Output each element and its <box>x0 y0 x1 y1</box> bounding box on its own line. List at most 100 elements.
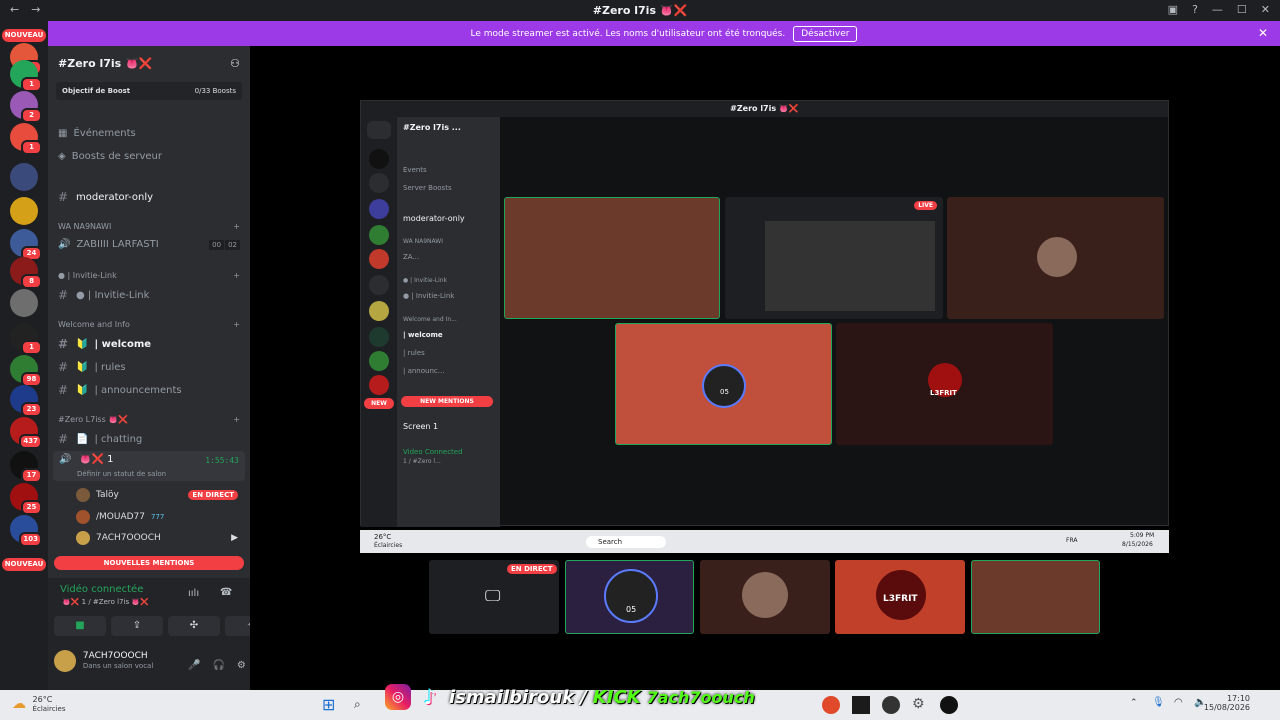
server-icon[interactable]: 2 <box>10 91 42 123</box>
discord-home-icon <box>367 121 391 139</box>
microphone-icon[interactable]: 🎙 <box>1152 697 1165 708</box>
participant-tile[interactable]: EN DIRECT 🖵 <box>429 560 559 634</box>
channel-chatting[interactable]: # 📄 | chatting <box>58 432 142 446</box>
shield-icon: 🔰 <box>76 361 89 373</box>
voice-channel-zabiii[interactable]: 🔊 ZABIIII LARFASTI 00 02 <box>58 239 240 250</box>
inner-new-pill: NEW <box>364 398 394 409</box>
inner-title: #Zero l7is 👅❌ <box>361 101 1168 117</box>
noise-suppression-icon[interactable]: ıılı <box>188 588 199 599</box>
hash-icon: # <box>58 337 69 351</box>
new-mentions-pill[interactable]: NOUVELLES MENTIONS <box>54 556 244 570</box>
close-icon[interactable]: ✕ <box>1261 3 1270 16</box>
new-pill-bottom[interactable]: NOUVEAU <box>2 558 46 571</box>
maximize-icon[interactable]: ☐ <box>1237 3 1247 16</box>
channel-announcements[interactable]: # 🔰 | announcements <box>58 383 182 397</box>
events-link[interactable]: ▦ Événements <box>58 128 136 139</box>
microphone-icon[interactable]: 🎤 <box>188 660 200 671</box>
category-welcome-info[interactable]: Welcome and Info + <box>58 320 240 329</box>
share-screen-button[interactable]: ⇪ <box>111 616 163 636</box>
user-panel[interactable]: 7ACH7OOOCH Dans un salon vocal <box>54 650 153 672</box>
voice-member[interactable]: /MOUAD77 777 <box>76 510 164 524</box>
start-icon[interactable]: ⊞ <box>322 695 335 714</box>
overlay-handle: ismailbirouk <box>449 686 575 708</box>
system-clock[interactable]: 17:10 15/08/2026 <box>1204 694 1250 712</box>
channel-invite-link[interactable]: # ● | Invitie-Link <box>58 288 149 302</box>
hash-icon: # <box>58 288 69 302</box>
category-wa-na9nawi[interactable]: WA NA9NAWI + <box>58 222 240 231</box>
server-icon[interactable]: 103 <box>10 515 42 547</box>
speaker-icon: 🔊 <box>58 239 71 250</box>
channel-welcome[interactable]: # 🔰 | welcome <box>58 337 151 351</box>
voice-member[interactable]: 7ACH7OOOCH ▶ <box>76 531 238 545</box>
server-icon[interactable] <box>10 289 38 317</box>
add-channel-icon[interactable]: + <box>233 222 240 231</box>
app-icon[interactable] <box>852 696 870 714</box>
screen-share-icon: 🖵 <box>485 586 501 605</box>
add-channel-icon[interactable]: + <box>233 271 240 280</box>
help-icon[interactable]: ? <box>1192 3 1198 16</box>
add-channel-icon[interactable]: + <box>233 320 240 329</box>
new-pill-top[interactable]: NOUVEAU <box>2 29 46 42</box>
invite-people-icon[interactable]: ⚇ <box>230 57 240 70</box>
inner-server-rail: NEW <box>361 117 397 527</box>
server-icon[interactable]: 17 <box>10 451 42 483</box>
avatar <box>54 650 76 672</box>
server-icon[interactable]: 24 <box>10 229 42 261</box>
nested-screen-share[interactable]: #Zero l7is 👅❌ NEW #Zero l7is ... Events … <box>360 100 1169 527</box>
voice-status[interactable]: Définir un statut de salon <box>77 470 166 478</box>
channel-moderator-only[interactable]: # moderator-only <box>58 190 153 204</box>
boost-count: 0/33 Boosts <box>194 87 236 95</box>
participant-tile[interactable]: L3FRIT <box>835 560 965 634</box>
category-invite-link[interactable]: ● | Invitie-Link + <box>58 271 240 280</box>
server-boosts-link[interactable]: ◈ Boosts de serveur <box>58 151 162 162</box>
connection-status[interactable]: Vidéo connectée <box>60 584 143 595</box>
active-voice-channel[interactable]: 🔊 👅❌ 1 1:55:43 Définir un statut de salo… <box>53 451 245 481</box>
window-title: #Zero l7is 👅❌ <box>592 4 688 17</box>
search-icon[interactable]: ⌕ <box>354 697 361 712</box>
participant-tile[interactable] <box>700 560 830 634</box>
server-header[interactable]: #Zero l7is 👅❌ ⚇ <box>48 46 250 80</box>
server-icon[interactable]: 1 <box>10 123 42 155</box>
server-icon[interactable]: 1 <box>10 323 42 355</box>
instagram-icon: ◎ <box>385 684 411 710</box>
connection-channel: 👅❌ 1 / #Zero l7is 👅❌ <box>62 598 149 606</box>
settings-icon[interactable]: ⚙ <box>912 696 925 712</box>
chevron-up-icon[interactable]: ⌃ <box>1130 698 1138 708</box>
wifi-icon[interactable]: ◠ <box>1174 697 1183 708</box>
channel-rules[interactable]: # 🔰 | rules <box>58 360 126 374</box>
settings-gear-icon[interactable]: ⚙ <box>237 660 246 671</box>
server-icon[interactable]: 8 <box>10 257 42 289</box>
weather-widget[interactable]: ☁ 26°C Éclaircies <box>12 695 65 713</box>
boost-goal-bar[interactable]: Objectif de Boost 0/33 Boosts <box>56 82 242 100</box>
media-player-icon[interactable] <box>940 696 958 714</box>
window-titlebar: ← → #Zero l7is 👅❌ ▣ ? — ☐ ✕ <box>0 0 1280 21</box>
server-icon[interactable]: 23 <box>10 385 42 417</box>
channel-sidebar: #Zero l7is 👅❌ ⚇ Objectif de Boost 0/33 B… <box>48 46 277 690</box>
voice-member[interactable]: Talöy EN DIRECT <box>76 488 238 502</box>
server-icon[interactable]: 98 <box>10 355 42 387</box>
server-icon[interactable]: 25 <box>10 483 42 515</box>
avatar <box>604 569 658 623</box>
server-icon[interactable]: 437 <box>10 417 42 449</box>
inbox-icon[interactable]: ▣ <box>1168 3 1178 16</box>
chrome-icon[interactable] <box>822 696 840 714</box>
participant-tile[interactable]: 05 <box>565 560 694 634</box>
server-icon[interactable]: 1 <box>10 60 42 92</box>
disconnect-icon[interactable]: ☎ <box>220 587 232 598</box>
app-icon[interactable] <box>882 696 900 714</box>
server-icon <box>369 275 389 295</box>
add-channel-icon[interactable]: + <box>233 415 240 424</box>
activities-button[interactable]: ✣ <box>168 616 220 636</box>
server-icon[interactable] <box>10 163 38 191</box>
server-icon <box>369 327 389 347</box>
camera-button[interactable]: ■ <box>54 616 106 636</box>
disable-streamer-button[interactable]: Désactiver <box>793 25 858 42</box>
participant-tile[interactable] <box>971 560 1100 634</box>
headphones-icon[interactable]: 🎧 <box>212 660 224 671</box>
banner-close-icon[interactable]: ✕ <box>1258 26 1268 40</box>
server-icon <box>369 375 389 395</box>
server-icon[interactable] <box>10 197 38 225</box>
live-badge: EN DIRECT <box>188 490 238 500</box>
minimize-icon[interactable]: — <box>1212 3 1223 16</box>
category-zero[interactable]: #Zero L7iss 👅❌ + <box>58 415 240 424</box>
